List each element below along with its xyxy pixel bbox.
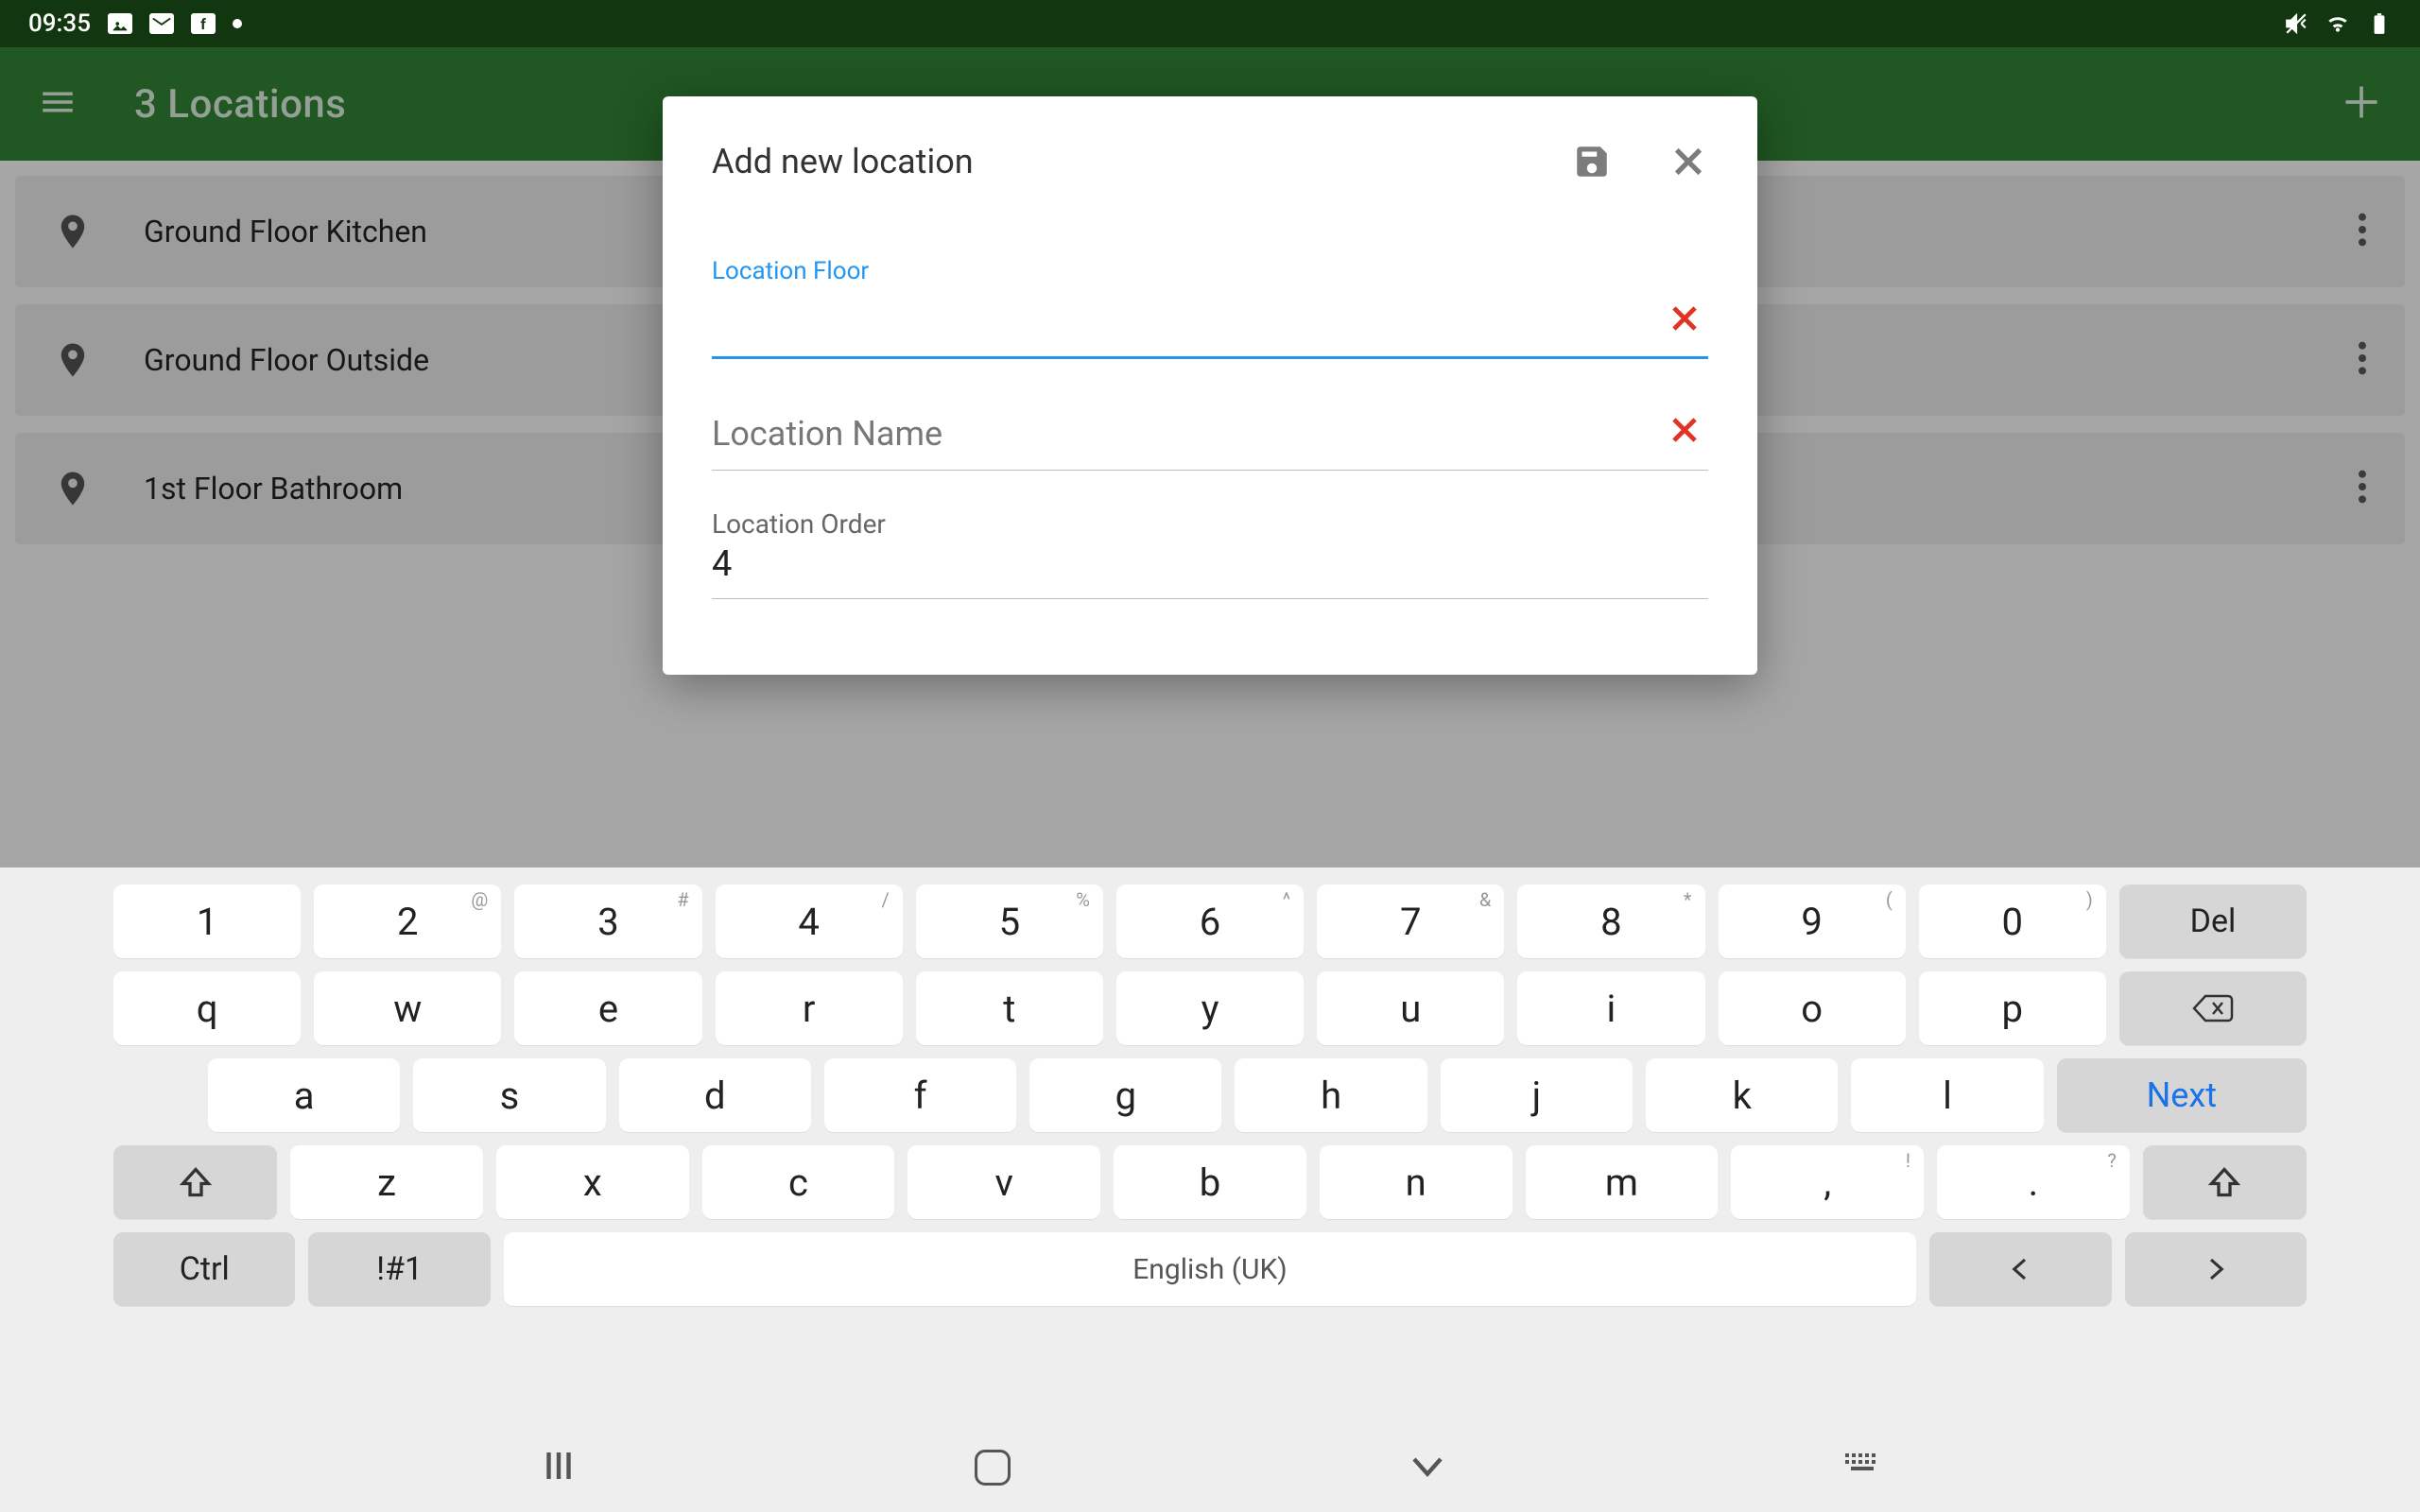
key-symbols[interactable]: !#1 bbox=[308, 1232, 490, 1306]
key-k[interactable]: k bbox=[1646, 1058, 1838, 1132]
key-shift-left[interactable] bbox=[113, 1145, 277, 1219]
home-button[interactable] bbox=[975, 1450, 1011, 1486]
key-0[interactable]: 0) bbox=[1919, 885, 2106, 958]
status-time: 09:35 bbox=[28, 9, 91, 38]
key-j[interactable]: j bbox=[1441, 1058, 1633, 1132]
location-order-input[interactable]: 4 bbox=[712, 543, 1708, 599]
mute-icon bbox=[2284, 11, 2308, 36]
key-5[interactable]: 5% bbox=[916, 885, 1103, 958]
close-icon[interactable] bbox=[1668, 142, 1708, 181]
key-i[interactable]: i bbox=[1517, 971, 1704, 1045]
kb-row-2: q w e r t y u i o p bbox=[113, 971, 2307, 1045]
key-comma[interactable]: ,! bbox=[1731, 1145, 1924, 1219]
wifi-icon bbox=[2325, 11, 2350, 36]
location-floor-field[interactable]: Location Floor bbox=[712, 257, 1708, 359]
key-3[interactable]: 3# bbox=[514, 885, 701, 958]
key-y[interactable]: y bbox=[1116, 971, 1304, 1045]
chevron-right-icon bbox=[2202, 1255, 2230, 1283]
virtual-keyboard: 1 2@ 3# 4/ 5% 6^ 7& 8* 9( 0) Del q w e r… bbox=[0, 868, 2420, 1512]
kb-row-4: z x c v b n m ,! .? bbox=[113, 1145, 2307, 1219]
key-arrow-left[interactable] bbox=[1929, 1232, 2111, 1306]
key-a[interactable]: a bbox=[208, 1058, 400, 1132]
kb-row-1: 1 2@ 3# 4/ 5% 6^ 7& 8* 9( 0) Del bbox=[113, 885, 2307, 958]
field-label: Location Order bbox=[712, 508, 1708, 540]
key-m[interactable]: m bbox=[1526, 1145, 1719, 1219]
save-icon[interactable] bbox=[1572, 142, 1612, 181]
back-button[interactable] bbox=[1408, 1446, 1447, 1489]
key-next[interactable]: Next bbox=[2057, 1058, 2307, 1132]
key-e[interactable]: e bbox=[514, 971, 701, 1045]
key-1[interactable]: 1 bbox=[113, 885, 301, 958]
shift-icon bbox=[179, 1165, 213, 1199]
key-del[interactable]: Del bbox=[2119, 885, 2307, 958]
key-w[interactable]: w bbox=[314, 971, 501, 1045]
mail-icon bbox=[149, 13, 174, 34]
hide-keyboard-button[interactable] bbox=[1843, 1452, 1881, 1484]
chevron-left-icon bbox=[2006, 1255, 2034, 1283]
key-period[interactable]: .? bbox=[1937, 1145, 2130, 1219]
key-q[interactable]: q bbox=[113, 971, 301, 1045]
key-z[interactable]: z bbox=[290, 1145, 483, 1219]
key-x[interactable]: x bbox=[496, 1145, 689, 1219]
recents-icon bbox=[539, 1446, 579, 1486]
add-location-dialog: Add new location Location Floor Location… bbox=[663, 96, 1757, 675]
kb-row-5: Ctrl !#1 English (UK) bbox=[113, 1232, 2307, 1306]
key-s[interactable]: s bbox=[413, 1058, 605, 1132]
key-t[interactable]: t bbox=[916, 971, 1103, 1045]
key-d[interactable]: d bbox=[619, 1058, 811, 1132]
key-2[interactable]: 2@ bbox=[314, 885, 501, 958]
key-arrow-right[interactable] bbox=[2125, 1232, 2307, 1306]
field-placeholder: Location Name bbox=[712, 414, 942, 454]
location-name-field[interactable]: Location Name bbox=[712, 397, 1708, 471]
keyboard-icon bbox=[1843, 1452, 1881, 1480]
key-8[interactable]: 8* bbox=[1517, 885, 1704, 958]
key-r[interactable]: r bbox=[716, 971, 903, 1045]
key-7[interactable]: 7& bbox=[1317, 885, 1504, 958]
android-nav-bar bbox=[0, 1423, 2420, 1512]
key-4[interactable]: 4/ bbox=[716, 885, 903, 958]
location-order-field[interactable]: Location Order 4 bbox=[712, 508, 1708, 599]
key-g[interactable]: g bbox=[1029, 1058, 1221, 1132]
clear-icon[interactable] bbox=[1667, 301, 1703, 336]
key-h[interactable]: h bbox=[1235, 1058, 1426, 1132]
key-v[interactable]: v bbox=[908, 1145, 1100, 1219]
location-floor-input[interactable] bbox=[712, 285, 1708, 359]
field-label: Location Floor bbox=[712, 257, 1708, 285]
key-o[interactable]: o bbox=[1719, 971, 1906, 1045]
key-b[interactable]: b bbox=[1114, 1145, 1306, 1219]
key-backspace[interactable] bbox=[2119, 971, 2307, 1045]
key-f[interactable]: f bbox=[824, 1058, 1016, 1132]
key-l[interactable]: l bbox=[1851, 1058, 2043, 1132]
key-9[interactable]: 9( bbox=[1719, 885, 1906, 958]
key-c[interactable]: c bbox=[702, 1145, 895, 1219]
key-n[interactable]: n bbox=[1320, 1145, 1512, 1219]
key-u[interactable]: u bbox=[1317, 971, 1504, 1045]
shift-icon bbox=[2207, 1165, 2241, 1199]
image-icon bbox=[108, 13, 132, 34]
key-6[interactable]: 6^ bbox=[1116, 885, 1304, 958]
battery-icon bbox=[2367, 11, 2392, 36]
location-name-input[interactable]: Location Name bbox=[712, 397, 1708, 471]
clear-icon[interactable] bbox=[1667, 412, 1703, 448]
backspace-icon bbox=[2192, 992, 2234, 1024]
status-bar: 09:35 f bbox=[0, 0, 2420, 47]
kb-row-3: a s d f g h j k l Next bbox=[113, 1058, 2307, 1132]
more-notifications-icon bbox=[233, 19, 242, 28]
dialog-title: Add new location bbox=[712, 142, 974, 181]
key-p[interactable]: p bbox=[1919, 971, 2106, 1045]
recents-button[interactable] bbox=[539, 1446, 579, 1489]
chevron-down-icon bbox=[1408, 1446, 1447, 1486]
home-icon bbox=[975, 1450, 1011, 1486]
key-shift-right[interactable] bbox=[2143, 1145, 2307, 1219]
key-space[interactable]: English (UK) bbox=[504, 1232, 1916, 1306]
key-ctrl[interactable]: Ctrl bbox=[113, 1232, 295, 1306]
facebook-icon: f bbox=[191, 13, 216, 34]
